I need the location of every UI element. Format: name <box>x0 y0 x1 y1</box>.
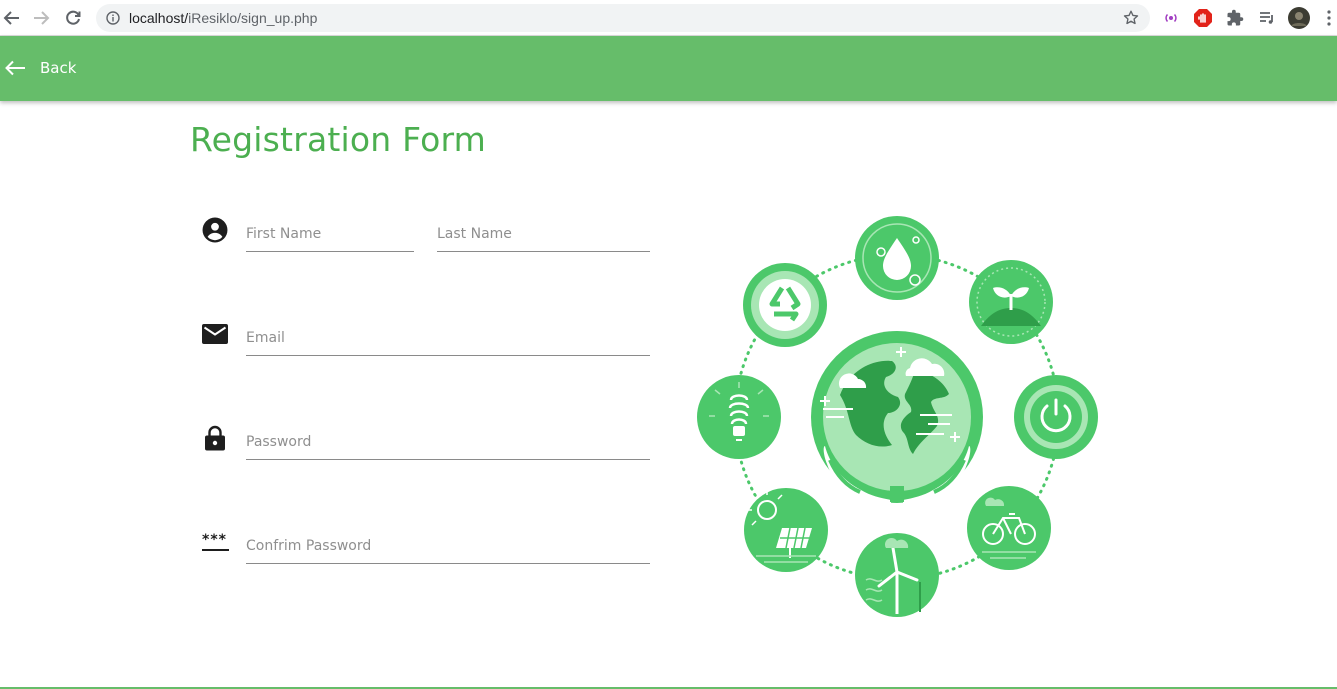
email-input[interactable] <box>246 324 650 352</box>
solar-panel-icon <box>744 488 828 572</box>
recycle-icon <box>743 263 827 347</box>
back-arrow-icon <box>5 60 25 76</box>
back-arrow-icon[interactable] <box>0 6 24 30</box>
bicycle-icon <box>967 486 1051 570</box>
browser-menu-icon[interactable] <box>1317 6 1337 30</box>
back-button[interactable]: Back <box>4 56 76 80</box>
address-bar[interactable]: localhost/iResiklo/sign_up.php <box>96 4 1150 32</box>
first-name-input[interactable] <box>246 220 414 248</box>
sprout-icon <box>969 260 1053 344</box>
confirm-password-field[interactable] <box>246 532 650 564</box>
back-label: Back <box>40 59 77 77</box>
password-dots-text: *** <box>202 532 227 548</box>
profile-avatar[interactable] <box>1287 6 1311 30</box>
browser-toolbar: localhost/iResiklo/sign_up.php <box>0 0 1337 36</box>
power-icon <box>1014 375 1098 459</box>
light-bulb-icon <box>697 375 781 459</box>
globe-hands-icon <box>811 331 983 510</box>
email-field[interactable] <box>246 324 650 356</box>
page-title: Registration Form <box>190 120 487 159</box>
extensions-puzzle-icon[interactable] <box>1223 6 1247 30</box>
bookmark-star-icon[interactable] <box>1122 9 1140 27</box>
eco-illustration <box>697 216 1098 617</box>
app-header: Back <box>0 36 1337 101</box>
water-drop-icon <box>855 216 939 300</box>
adblock-extension-icon[interactable] <box>1191 6 1215 30</box>
reload-icon[interactable] <box>61 6 85 30</box>
cast-extension-icon[interactable] <box>1159 6 1183 30</box>
confirm-password-input[interactable] <box>246 532 650 560</box>
first-name-field[interactable] <box>246 220 414 252</box>
media-queue-icon[interactable] <box>1255 6 1279 30</box>
wind-turbine-icon <box>855 533 939 617</box>
password-dots-icon: *** <box>200 527 230 557</box>
password-input[interactable] <box>246 428 650 456</box>
account-circle-icon <box>200 215 230 245</box>
mail-icon <box>200 319 230 349</box>
password-field[interactable] <box>246 428 650 460</box>
forward-arrow-icon[interactable] <box>29 6 53 30</box>
url-text: localhost/iResiklo/sign_up.php <box>129 10 318 26</box>
lock-icon <box>200 423 230 453</box>
last-name-input[interactable] <box>437 220 650 248</box>
last-name-field[interactable] <box>437 220 650 252</box>
info-icon[interactable] <box>106 11 120 25</box>
